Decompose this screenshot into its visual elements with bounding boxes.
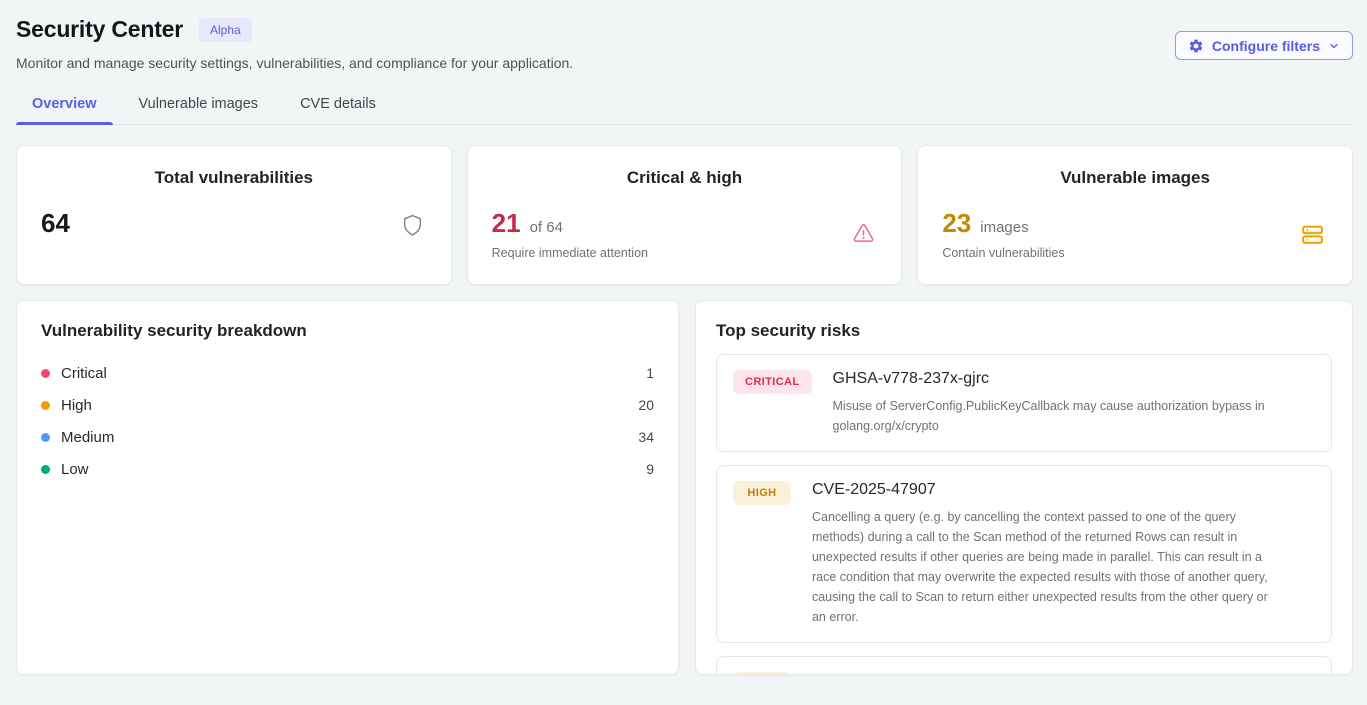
risk-description: Cancelling a query (e.g. by cancelling t… — [812, 507, 1284, 627]
shield-icon — [400, 212, 425, 244]
tab-bar: Overview Vulnerable images CVE details — [16, 87, 1353, 125]
risk-id: CVE-2025-9086 — [812, 672, 927, 675]
page-title: Security Center — [16, 16, 183, 43]
high-dot-icon — [41, 401, 50, 410]
vulnerable-images-card: Vulnerable images 23 images Contain vuln… — [917, 145, 1353, 285]
critical-high-subtext: Require immediate attention — [492, 246, 648, 260]
tab-overview[interactable]: Overview — [16, 87, 113, 124]
breakdown-title: Vulnerability security breakdown — [41, 321, 654, 341]
page-header: Security Center Alpha — [16, 16, 1353, 43]
breakdown-rows: Critical 1 High 20 Medium 34 Low 9 — [41, 357, 654, 485]
tab-cve-details[interactable]: CVE details — [284, 87, 392, 124]
severity-badge: HIGH — [733, 481, 791, 505]
low-dot-icon — [41, 465, 50, 474]
summary-cards: Total vulnerabilities 64 Critical & high… — [16, 145, 1353, 285]
card-title: Critical & high — [468, 146, 902, 188]
risk-description: Misuse of ServerConfig.PublicKeyCallback… — [833, 396, 1305, 436]
top-security-risks-panel: Top security risks CRITICAL GHSA-v778-23… — [695, 300, 1353, 675]
vulnerable-images-unit: images — [980, 219, 1028, 236]
risk-content: CVE-2025-47907 Cancelling a query (e.g. … — [812, 481, 1284, 627]
top-risks-title: Top security risks — [716, 321, 1332, 341]
breakdown-row-critical: Critical 1 — [41, 357, 654, 389]
total-vulnerabilities-card: Total vulnerabilities 64 — [16, 145, 452, 285]
risk-item-cve-2025-9086[interactable]: HIGH CVE-2025-9086 — [716, 656, 1332, 675]
server-icon — [1299, 222, 1326, 252]
warning-icon — [852, 222, 875, 250]
alpha-badge: Alpha — [199, 18, 252, 42]
breakdown-row-low: Low 9 — [41, 453, 654, 485]
severity-badge: HIGH — [733, 672, 791, 675]
gear-icon — [1188, 38, 1204, 54]
card-title: Vulnerable images — [918, 146, 1352, 188]
chevron-down-icon — [1328, 40, 1340, 52]
vulnerable-images-value: 23 — [942, 208, 971, 239]
risk-item-ghsa-v778-237x-gjrc[interactable]: CRITICAL GHSA-v778-237x-gjrc Misuse of S… — [716, 354, 1332, 452]
critical-high-value: 21 — [492, 208, 521, 239]
page-subtitle: Monitor and manage security settings, vu… — [16, 55, 1353, 71]
configure-filters-label: Configure filters — [1212, 38, 1320, 54]
risk-item-cve-2025-47907[interactable]: HIGH CVE-2025-47907 Cancelling a query (… — [716, 465, 1332, 643]
risk-content: CVE-2025-9086 — [812, 672, 927, 675]
risk-id: GHSA-v778-237x-gjrc — [833, 370, 1305, 388]
risk-id: CVE-2025-47907 — [812, 481, 1284, 499]
breakdown-row-high: High 20 — [41, 389, 654, 421]
card-title: Total vulnerabilities — [17, 146, 451, 188]
medium-dot-icon — [41, 433, 50, 442]
breakdown-row-medium: Medium 34 — [41, 421, 654, 453]
critical-dot-icon — [41, 369, 50, 378]
severity-badge: CRITICAL — [733, 370, 812, 394]
tab-vulnerable-images[interactable]: Vulnerable images — [123, 87, 275, 124]
configure-filters-button[interactable]: Configure filters — [1175, 31, 1353, 60]
total-vulnerabilities-value: 64 — [41, 208, 70, 239]
vulnerability-breakdown-panel: Vulnerability security breakdown Critica… — [16, 300, 679, 675]
security-center-page: Security Center Alpha Configure filters … — [0, 0, 1367, 705]
critical-high-unit: of 64 — [530, 219, 563, 236]
risk-content: GHSA-v778-237x-gjrc Misuse of ServerConf… — [833, 370, 1305, 436]
vulnerable-images-subtext: Contain vulnerabilities — [942, 246, 1064, 260]
critical-high-card: Critical & high 21 of 64 Require immedia… — [467, 145, 903, 285]
detail-panels: Vulnerability security breakdown Critica… — [16, 300, 1353, 675]
